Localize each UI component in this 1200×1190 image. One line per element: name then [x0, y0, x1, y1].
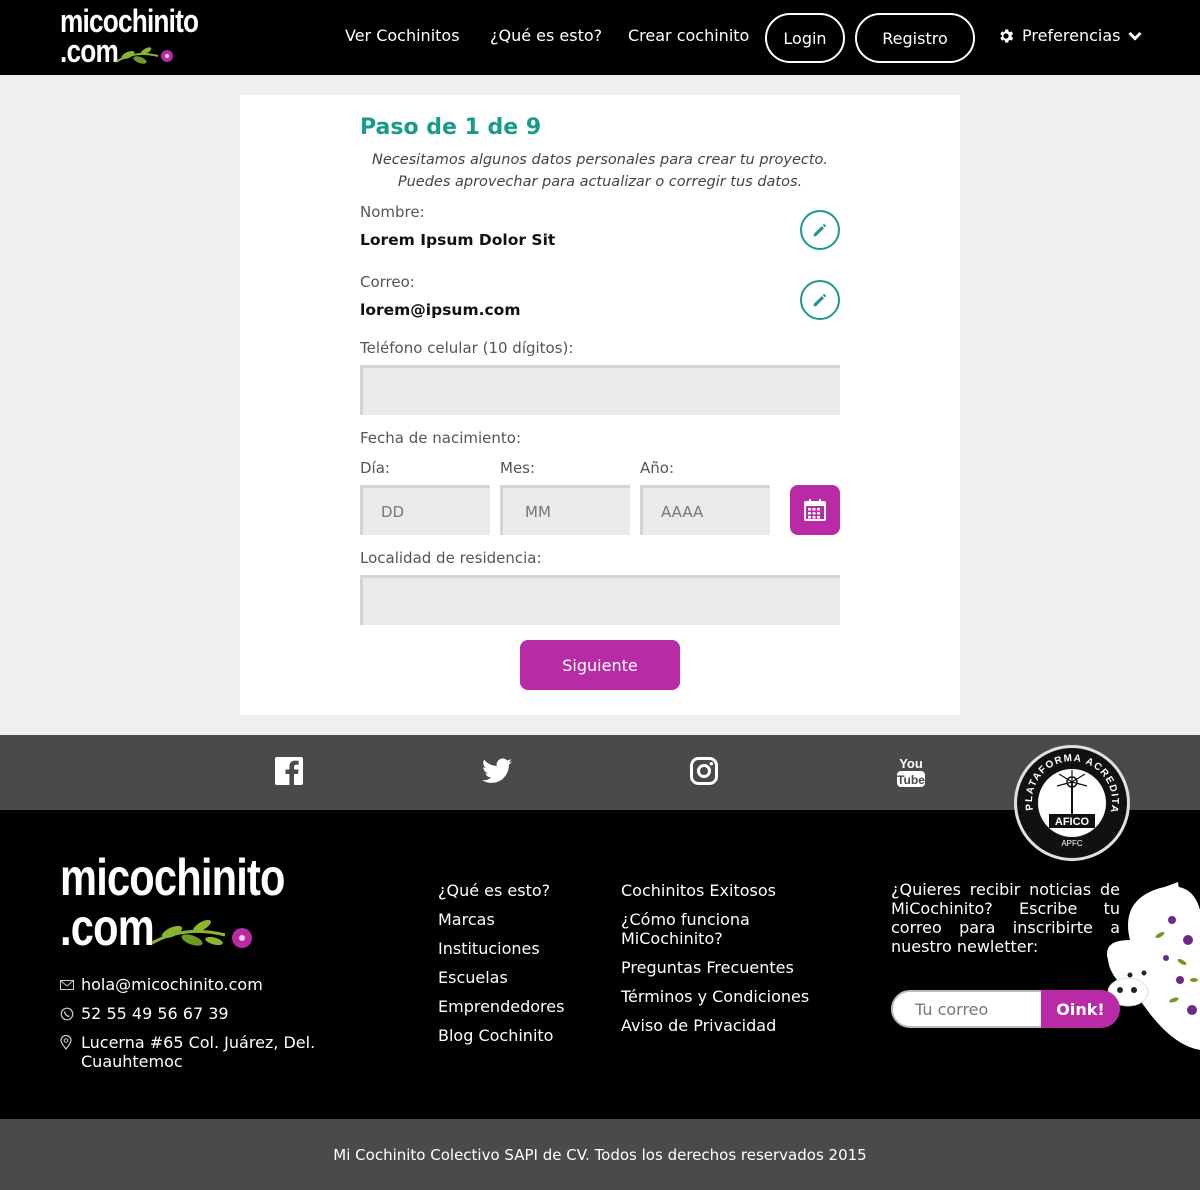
- footer-address: Lucerna #65 Col. Juárez, Del. Cuauhtemoc: [60, 1033, 360, 1071]
- instagram-icon[interactable]: [688, 755, 720, 787]
- footer-link-que-es-esto[interactable]: ¿Qué es esto?: [438, 881, 550, 900]
- footer-link-blog[interactable]: Blog Cochinito: [438, 1026, 553, 1045]
- calendar-icon: [804, 499, 826, 521]
- footer-link-terminos[interactable]: Términos y Condiciones: [621, 987, 809, 1006]
- location-pin-icon: [60, 1033, 75, 1052]
- chevron-down-icon: [1127, 31, 1142, 41]
- phone-label: Teléfono celular (10 dígitos):: [360, 339, 574, 357]
- footer-email-text: hola@micochinito.com: [81, 975, 263, 994]
- copyright-text: Mi Cochinito Colectivo SAPI de CV. Todos…: [333, 1145, 867, 1164]
- newsletter-submit-button[interactable]: Oink!: [1041, 990, 1120, 1028]
- footer-email[interactable]: hola@micochinito.com: [60, 975, 263, 994]
- svg-text:You: You: [899, 756, 923, 771]
- facebook-icon[interactable]: [273, 755, 305, 787]
- footer-link-emprendedores[interactable]: Emprendedores: [438, 997, 564, 1016]
- footer-link-escuelas[interactable]: Escuelas: [438, 968, 508, 987]
- footer-logo-line-1: micochinito: [60, 849, 285, 907]
- nav-crear-cochinito[interactable]: Crear cochinito: [628, 26, 749, 45]
- copyright-bar: Mi Cochinito Colectivo SAPI de CV. Todos…: [0, 1119, 1200, 1190]
- footer-link-como-funciona[interactable]: ¿Cómo funciona MiCochinito?: [621, 910, 801, 948]
- login-button[interactable]: Login: [765, 13, 845, 63]
- footer-link-exitosos[interactable]: Cochinitos Exitosos: [621, 881, 776, 900]
- day-label: Día:: [360, 459, 390, 477]
- badge-org: AFICO: [1055, 816, 1090, 828]
- newsletter-email-input[interactable]: [891, 990, 1043, 1028]
- gear-icon: [1000, 28, 1014, 43]
- preferences-label: Preferencias: [1022, 26, 1121, 45]
- step-title: Paso de 1 de 9: [360, 115, 542, 140]
- pencil-icon: [813, 223, 827, 237]
- birthdate-label: Fecha de nacimiento:: [360, 429, 522, 447]
- location-label: Localidad de residencia:: [360, 549, 542, 567]
- flower-branch-icon: [115, 47, 173, 64]
- footer-address-text: Lucerna #65 Col. Juárez, Del. Cuauhtemoc: [81, 1033, 316, 1071]
- twitter-icon[interactable]: [481, 755, 513, 787]
- email-label: Correo:: [360, 273, 415, 291]
- badge-sub: APFC: [1061, 839, 1083, 848]
- email-value: lorem@ipsum.com: [360, 301, 521, 319]
- accreditation-seal-icon: PLATAFORMA ACREDITADA AFICO APFC: [1013, 740, 1124, 855]
- svg-text:Tube: Tube: [897, 773, 925, 787]
- footer-link-faq[interactable]: Preguntas Frecuentes: [621, 958, 794, 977]
- name-label: Nombre:: [360, 203, 425, 221]
- footer-phone-text: 52 55 49 56 67 39: [81, 1004, 229, 1023]
- afico-accreditation-badge: PLATAFORMA ACREDITADA AFICO APFC: [1013, 740, 1130, 861]
- calendar-button[interactable]: [790, 485, 840, 535]
- whatsapp-icon: [60, 1004, 75, 1023]
- footer-link-privacidad[interactable]: Aviso de Privacidad: [621, 1016, 776, 1035]
- edit-email-button[interactable]: [800, 280, 840, 320]
- logo-line-1: micochinito: [60, 3, 199, 39]
- form-card: Paso de 1 de 9 Necesitamos algunos datos…: [240, 95, 960, 715]
- nav-ver-cochinitos[interactable]: Ver Cochinitos: [345, 26, 460, 45]
- footer-logo[interactable]: micochinito .com: [60, 849, 341, 954]
- month-label: Mes:: [500, 459, 536, 477]
- month-input[interactable]: [500, 485, 630, 535]
- nav-que-es-esto[interactable]: ¿Qué es esto?: [490, 26, 602, 45]
- top-navbar: micochinito .com Ver Cochinitos ¿Qué es …: [0, 0, 1200, 75]
- pencil-icon: [813, 293, 827, 307]
- year-input[interactable]: [640, 485, 770, 535]
- flower-branch-icon: [151, 919, 252, 948]
- phone-input[interactable]: [360, 365, 840, 415]
- newsletter-text: ¿Quieres recibir noticias de MiCochinito…: [891, 880, 1120, 956]
- envelope-icon: [60, 975, 75, 994]
- register-button[interactable]: Registro: [855, 13, 975, 63]
- location-input[interactable]: [360, 575, 840, 625]
- site-logo[interactable]: micochinito .com: [60, 3, 229, 67]
- next-button[interactable]: Siguiente: [520, 640, 680, 690]
- footer-link-marcas[interactable]: Marcas: [438, 910, 495, 929]
- edit-name-button[interactable]: [800, 210, 840, 250]
- youtube-icon[interactable]: You Tube: [895, 755, 927, 787]
- intro-text: Necesitamos algunos datos personales par…: [371, 152, 829, 190]
- footer-link-instituciones[interactable]: Instituciones: [438, 939, 540, 958]
- footer-phone: 52 55 49 56 67 39: [60, 1004, 229, 1023]
- name-value: Lorem Ipsum Dolor Sit: [360, 231, 556, 249]
- piggy-mascot-icon: [1106, 882, 1200, 1050]
- preferences-menu[interactable]: Preferencias: [997, 26, 1142, 45]
- day-input[interactable]: [360, 485, 490, 535]
- year-label: Año:: [640, 459, 674, 477]
